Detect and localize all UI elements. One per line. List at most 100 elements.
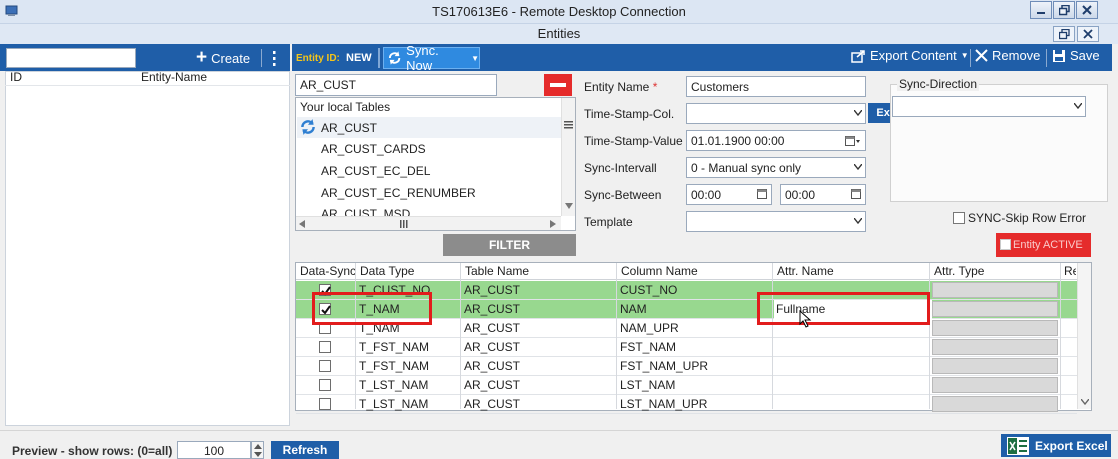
data-sync-checkbox[interactable] — [319, 379, 331, 391]
minimize-button[interactable] — [1030, 1, 1052, 19]
entity-list[interactable] — [5, 71, 290, 426]
filter-button[interactable]: FILTER — [443, 234, 576, 256]
data-type-cell[interactable]: T_FST_NAM — [359, 340, 429, 354]
table-item[interactable]: AR_CUST_EC_RENUMBER — [321, 186, 476, 200]
data-type-cell[interactable]: T_LST_NAM — [359, 378, 428, 392]
remove-table-button[interactable] — [544, 74, 572, 96]
sync-now-label: Sync. Now — [406, 43, 439, 73]
save-icon — [1053, 49, 1065, 62]
column-header-column-name[interactable]: Column Name — [621, 264, 698, 278]
entity-active-label: Entity ACTIVE — [1013, 239, 1083, 251]
column-name-cell[interactable]: FST_NAM — [620, 340, 676, 354]
table-row[interactable]: T_LST_NAM AR_CUST LST_NAM — [296, 376, 1077, 395]
export-excel-label: Export Excel — [1035, 438, 1108, 453]
chevron-down-icon — [854, 218, 862, 224]
attr-type-select[interactable] — [932, 320, 1058, 336]
table-name-cell[interactable]: AR_CUST — [464, 378, 520, 392]
preview-rows-stepper[interactable] — [251, 441, 264, 459]
export-excel-button[interactable]: Export Excel — [1001, 434, 1111, 457]
column-name-cell[interactable]: NAM — [620, 302, 647, 316]
close-window-button[interactable] — [1076, 1, 1098, 19]
column-name-cell[interactable]: FST_NAM_UPR — [620, 359, 708, 373]
attr-type-select[interactable] — [932, 282, 1058, 298]
column-header-entity-name[interactable]: Entity-Name — [141, 70, 207, 84]
sync-between-from-input[interactable]: 00:00 — [686, 184, 772, 205]
app-restore-button[interactable] — [1053, 26, 1075, 42]
attr-type-select[interactable] — [932, 358, 1058, 374]
attr-type-select[interactable] — [932, 396, 1058, 412]
timestamp-col-label: Time-Stamp-Col. — [584, 107, 675, 121]
table-row[interactable]: T_FST_NAM AR_CUST FST_NAM — [296, 338, 1077, 357]
table-row[interactable]: T_FST_NAM AR_CUST FST_NAM_UPR — [296, 357, 1077, 376]
chevron-left-icon — [299, 220, 305, 228]
table-name-cell[interactable]: AR_CUST — [464, 397, 520, 411]
chevron-down-icon — [1081, 399, 1089, 405]
column-header-re[interactable]: Re — [1064, 264, 1076, 278]
skip-row-error-checkbox[interactable] — [953, 212, 965, 224]
template-label: Template — [584, 215, 633, 229]
preview-rows-input[interactable]: 100 — [177, 441, 251, 459]
column-header-attr-type[interactable]: Attr. Type — [934, 264, 984, 278]
column-header-table-name[interactable]: Table Name — [465, 264, 529, 278]
column-name-cell[interactable]: NAM_UPR — [620, 321, 679, 335]
template-select[interactable] — [686, 211, 866, 232]
skip-row-error-label: SYNC-Skip Row Error — [968, 211, 1087, 225]
table-name-cell[interactable]: AR_CUST — [464, 321, 520, 335]
table-item[interactable]: AR_CUST_EC_DEL — [321, 164, 430, 178]
sync-now-button[interactable]: Sync. Now ▼ — [383, 43, 480, 73]
sync-interval-select[interactable]: 0 - Manual sync only — [686, 157, 866, 178]
data-type-cell[interactable]: T_LST_NAM — [359, 397, 428, 411]
table-item[interactable]: AR_CUST — [321, 121, 377, 135]
data-type-cell[interactable]: T_FST_NAM — [359, 359, 429, 373]
save-button[interactable]: Save — [1052, 48, 1100, 63]
table-name-cell[interactable]: AR_CUST — [464, 302, 520, 316]
data-sync-checkbox[interactable] — [319, 360, 331, 372]
export-content-button[interactable]: Export Content ▼ — [851, 48, 969, 63]
table-row[interactable]: T_LST_NAM AR_CUST LST_NAM_UPR — [296, 395, 1077, 414]
calendar-icon[interactable] — [851, 189, 861, 200]
attr-type-select[interactable] — [932, 339, 1058, 355]
create-button[interactable]: + Create — [196, 48, 258, 68]
table-search-input[interactable]: AR_CUST — [295, 74, 497, 96]
remove-label: Remove — [992, 48, 1041, 63]
column-header-data-sync[interactable]: Data-Sync — [300, 264, 356, 278]
attr-type-select[interactable] — [932, 301, 1058, 317]
column-header-data-type[interactable]: Data Type — [360, 264, 414, 278]
chevron-down-icon — [854, 164, 862, 170]
save-label: Save — [1070, 48, 1100, 63]
column-name-cell[interactable]: LST_NAM — [620, 378, 675, 392]
chevron-down-icon: ▼ — [960, 51, 969, 60]
column-name-cell[interactable]: LST_NAM_UPR — [620, 397, 707, 411]
timestamp-col-select[interactable] — [686, 103, 866, 124]
column-name-cell[interactable]: CUST_NO — [620, 283, 677, 297]
table-item[interactable]: AR_CUST_CARDS — [321, 142, 426, 156]
table-name-cell[interactable]: AR_CUST — [464, 359, 520, 373]
horizontal-scrollbar[interactable] — [296, 216, 561, 230]
entity-active-checkbox[interactable] — [1000, 239, 1011, 250]
refresh-button[interactable]: Refresh — [271, 441, 339, 459]
restore-button[interactable] — [1053, 1, 1075, 19]
entity-search-input[interactable] — [6, 48, 136, 68]
column-header-id[interactable]: ID — [10, 70, 22, 84]
vertical-scrollbar[interactable] — [1077, 263, 1091, 409]
column-header-attr-name[interactable]: Attr. Name — [777, 264, 834, 278]
table-item[interactable]: AR_CUST_MSD — [321, 207, 410, 216]
table-name-cell[interactable]: AR_CUST — [464, 340, 520, 354]
close-icon — [1083, 29, 1093, 39]
app-close-button[interactable] — [1077, 26, 1099, 42]
calendar-icon[interactable] — [845, 135, 861, 147]
sync-direction-select[interactable] — [892, 96, 1086, 117]
more-vertical-icon[interactable] — [268, 49, 280, 67]
entity-name-input[interactable]: Customers — [686, 76, 866, 97]
toolbar-divider — [1046, 49, 1047, 67]
sync-between-to-input[interactable]: 00:00 — [780, 184, 866, 205]
grid-header-divider — [296, 279, 1077, 280]
attr-type-select[interactable] — [932, 377, 1058, 393]
calendar-icon[interactable] — [757, 189, 767, 200]
timestamp-value-picker[interactable]: 01.01.1900 00:00 — [686, 130, 866, 151]
remove-button[interactable]: Remove — [975, 48, 1040, 63]
data-sync-checkbox[interactable] — [319, 398, 331, 410]
table-name-cell[interactable]: AR_CUST — [464, 283, 520, 297]
data-sync-checkbox[interactable] — [319, 341, 331, 353]
vertical-scrollbar[interactable] — [561, 98, 575, 216]
